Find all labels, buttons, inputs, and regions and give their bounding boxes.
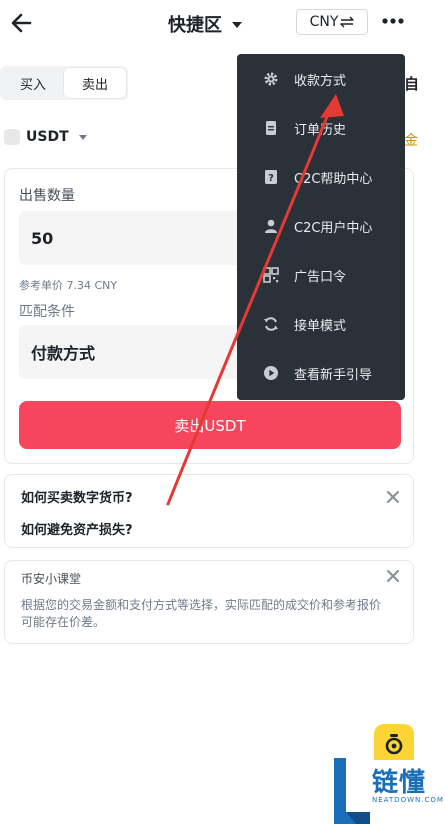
faq-link-buy-sell[interactable]: 如何买卖数字货币? [21, 487, 133, 506]
tips-body: 根据您的交易金额和支付方式等选择，实际匹配的成交价和参考报价可能存在价差。 [21, 598, 382, 629]
brand-logo-l-icon [334, 758, 370, 824]
menu-item-order-history[interactable]: 订单历史 [237, 108, 405, 148]
more-options-menu: 收款方式 订单历史 ? C2C帮助中心 C2C用户中心 广告口令 接单模式 查看… [237, 54, 405, 400]
menu-item-label: 订单历史 [294, 122, 347, 138]
site-watermark: 链懂 NEATDOWN.COM [330, 756, 445, 826]
menu-item-label: C2C帮助中心 [294, 171, 373, 187]
help-book-icon: ? [265, 170, 277, 184]
buy-sell-toggle: 买入 卖出 [0, 66, 128, 100]
caret-down-icon [78, 134, 87, 140]
reference-price: 参考单价 7.34 CNY [19, 279, 118, 292]
coin-selector[interactable]: USDT [4, 129, 87, 145]
gear-icon [264, 72, 278, 86]
menu-item-beginner-guide[interactable]: 查看新手引导 [237, 353, 405, 393]
close-icon[interactable] [386, 490, 400, 504]
menu-item-label: 收款方式 [294, 73, 347, 89]
payment-method-selector[interactable]: 付款方式 [19, 325, 245, 379]
back-arrow-icon[interactable] [8, 9, 36, 37]
faq-card: 如何买卖数字货币? 如何避免资产损失? [4, 474, 414, 548]
menu-item-label: C2C用户中心 [294, 220, 373, 236]
amount-label: 出售数量 [19, 188, 75, 204]
menu-item-c2c-help-center[interactable]: ? C2C帮助中心 [237, 157, 405, 197]
top-bar: 快捷区 CNY [0, 0, 445, 48]
user-icon [265, 219, 277, 233]
tips-card: 币安小课堂 根据您的交易金额和支付方式等选择，实际匹配的成交价和参考报价可能存在… [4, 560, 414, 644]
menu-item-label: 查看新手引导 [294, 367, 373, 383]
caret-down-icon [232, 22, 242, 28]
headset-icon [385, 734, 403, 755]
faq-link-avoid-loss[interactable]: 如何避免资产损失? [21, 519, 133, 538]
coin-label: USDT [26, 129, 69, 145]
refresh-icon [264, 317, 278, 331]
support-button[interactable] [374, 724, 414, 760]
currency-label: CNY [309, 14, 339, 30]
menu-item-label: 广告口令 [294, 269, 347, 285]
menu-item-order-mode[interactable]: 接单模式 [237, 304, 405, 344]
tab-sell[interactable]: 卖出 [64, 68, 126, 98]
partially-hidden-gold-text: 金 [404, 133, 418, 149]
tab-buy[interactable]: 买入 [2, 68, 64, 98]
menu-item-label: 接单模式 [294, 318, 347, 334]
coin-icon [4, 129, 20, 145]
amount-input[interactable]: 50 [19, 211, 245, 265]
page-title-selector[interactable]: 快捷区 [168, 11, 242, 37]
sell-usdt-button[interactable]: 卖出USDT [19, 401, 401, 449]
swap-arrows-icon [340, 16, 355, 28]
partially-hidden-header-text: 自 [404, 75, 420, 93]
match-conditions-label: 匹配条件 [19, 304, 75, 320]
more-dots-icon[interactable] [382, 18, 404, 24]
svg-text:?: ? [268, 173, 274, 184]
menu-item-payment-methods[interactable]: 收款方式 [237, 59, 405, 99]
menu-item-c2c-user-center[interactable]: C2C用户中心 [237, 206, 405, 246]
watermark-site-text: NEATDOWN.COM [372, 796, 444, 804]
close-icon[interactable] [386, 569, 400, 583]
currency-switch-button[interactable]: CNY [296, 9, 368, 35]
page-title: 快捷区 [168, 15, 222, 36]
qr-code-icon [263, 267, 279, 283]
menu-item-ad-code[interactable]: 广告口令 [237, 255, 405, 295]
watermark-brand-text: 链懂 [372, 768, 427, 798]
document-icon [266, 121, 276, 135]
tips-title: 币安小课堂 [21, 572, 82, 586]
play-icon [264, 366, 278, 380]
